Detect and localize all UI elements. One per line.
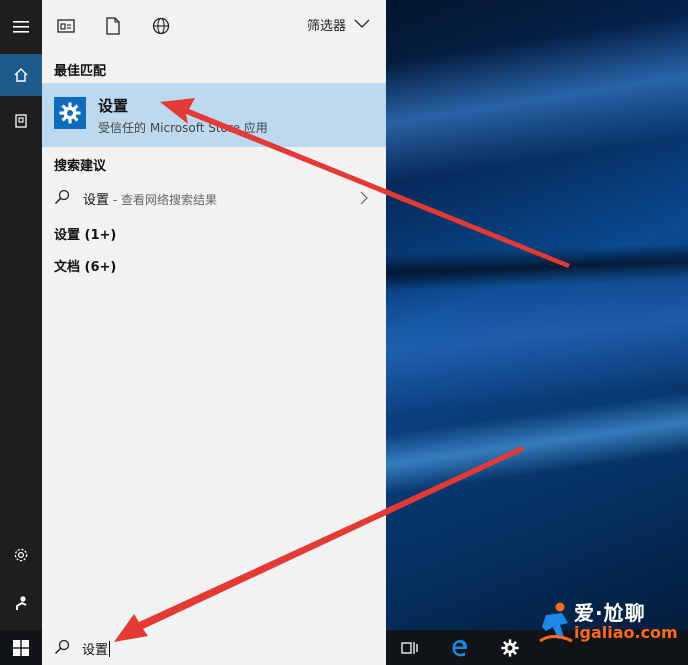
best-match-subtitle: 受信任的 Microsoft Store 应用 bbox=[98, 121, 268, 135]
edge-icon[interactable] bbox=[440, 630, 480, 665]
chevron-down-icon bbox=[354, 17, 370, 32]
documents-icon[interactable] bbox=[0, 100, 42, 142]
best-match-name: 设置 bbox=[98, 97, 129, 115]
best-match-heading: 最佳匹配 bbox=[54, 64, 107, 79]
search-toolbar: 筛选器 bbox=[42, 0, 386, 52]
watermark-logo: 爱·尬聊 igaliao.com bbox=[536, 595, 686, 655]
best-match-result[interactable]: 设置 受信任的 Microsoft Store 应用 bbox=[42, 83, 386, 147]
search-results-panel: 筛选器 最佳匹配 设置 受信任的 Microsoft Store 应用 搜索建议… bbox=[42, 0, 386, 630]
wallpaper-light-beam bbox=[386, 5, 688, 190]
taskbar-search-box[interactable]: 设置 bbox=[42, 630, 386, 665]
watermark-site: igaliao.com bbox=[574, 623, 678, 642]
windows-start-icon[interactable] bbox=[0, 630, 42, 665]
desktop-wallpaper bbox=[386, 0, 688, 630]
home-icon[interactable] bbox=[0, 54, 42, 96]
documents-group-heading[interactable]: 文档 (6+) bbox=[54, 256, 116, 275]
start-left-rail bbox=[0, 0, 42, 630]
apps-icon[interactable] bbox=[54, 14, 78, 38]
hamburger-menu-icon[interactable] bbox=[0, 6, 42, 48]
search-input[interactable]: 设置 bbox=[82, 639, 111, 658]
filter-label: 筛选器 bbox=[306, 19, 346, 34]
settings-icon[interactable] bbox=[0, 534, 42, 576]
text-caret bbox=[109, 641, 111, 657]
web-globe-icon[interactable] bbox=[149, 14, 173, 38]
chevron-right-icon bbox=[360, 190, 368, 209]
watermark-brand: 爱·尬聊 bbox=[574, 601, 646, 625]
suggestions-heading: 搜索建议 bbox=[54, 159, 107, 174]
search-icon bbox=[54, 189, 70, 209]
settings-group-heading[interactable]: 设置 (1+) bbox=[54, 224, 116, 243]
search-icon bbox=[54, 639, 70, 659]
web-suggestion-item[interactable]: 设置 - 查看网络搜索结果 bbox=[42, 181, 386, 215]
task-view-icon[interactable] bbox=[390, 630, 430, 665]
settings-app-icon bbox=[54, 97, 86, 129]
settings-gear-icon[interactable] bbox=[490, 630, 530, 665]
suggestion-text: 设置 - 查看网络搜索结果 bbox=[83, 189, 217, 208]
document-icon[interactable] bbox=[101, 14, 125, 38]
user-icon[interactable] bbox=[0, 582, 42, 624]
search-input-value: 设置 bbox=[82, 643, 109, 658]
suggestion-term: 设置 bbox=[83, 193, 110, 208]
filter-dropdown[interactable]: 筛选器 bbox=[307, 15, 370, 34]
runner-logo-icon bbox=[539, 602, 573, 643]
suggestion-hint: - 查看网络搜索结果 bbox=[109, 193, 217, 207]
